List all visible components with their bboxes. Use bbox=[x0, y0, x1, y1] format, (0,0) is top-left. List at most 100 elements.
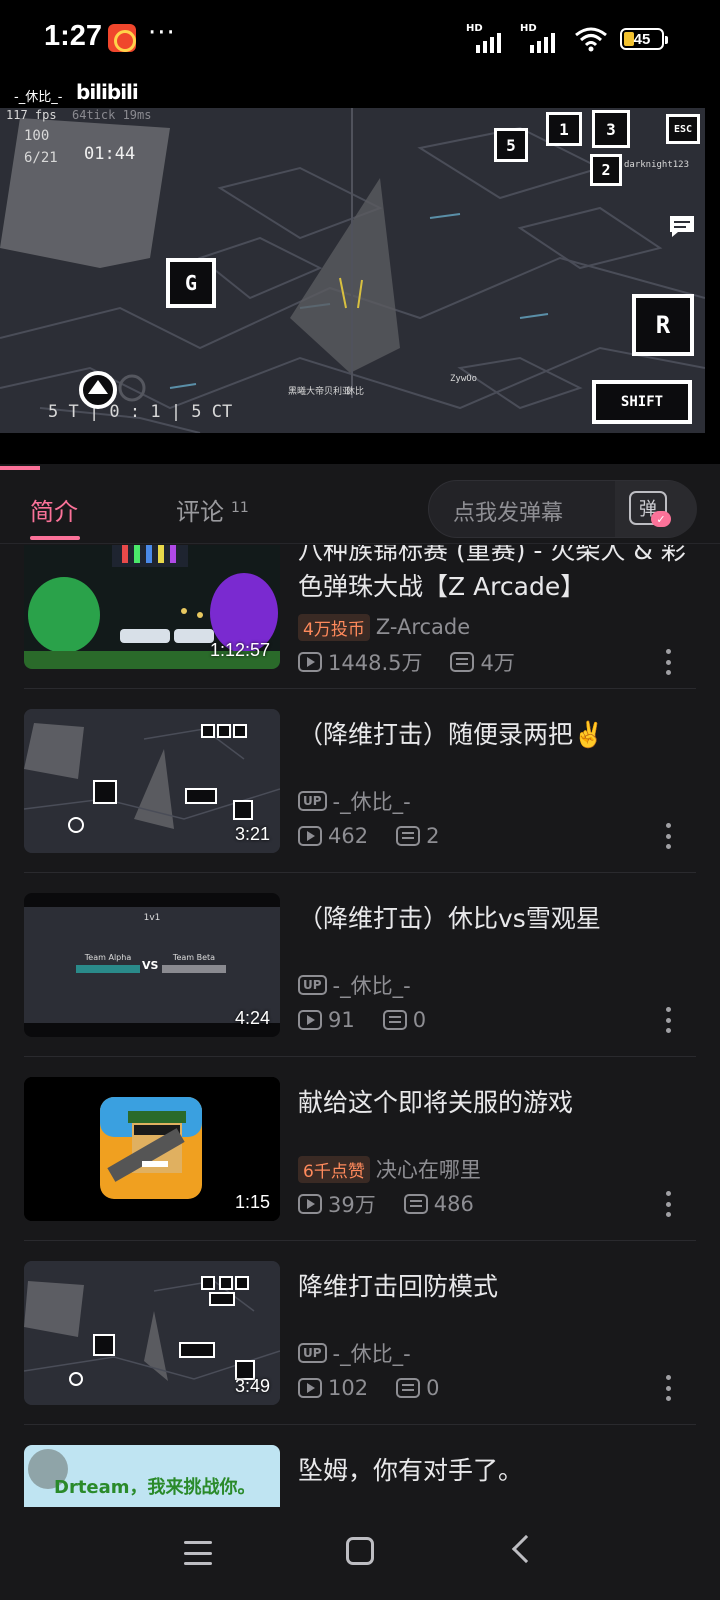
video-title[interactable]: （降维打击）休比vs雪观星 bbox=[298, 901, 698, 937]
video-progress-fill bbox=[0, 466, 40, 470]
danmaku-count-icon bbox=[396, 1378, 421, 1398]
more-notifications-icon: ··· bbox=[148, 18, 176, 48]
play-count-icon bbox=[298, 1194, 322, 1214]
danmaku-count-icon bbox=[382, 1010, 407, 1030]
video-danmaku-count: 0 bbox=[412, 1008, 427, 1032]
video-danmaku-count: 2 bbox=[426, 824, 440, 848]
up-tag: UP bbox=[298, 1343, 327, 1363]
danmaku-count-icon bbox=[396, 826, 421, 846]
comments-count: 11 bbox=[231, 500, 249, 516]
cellular-signal-2-icon: HD bbox=[520, 23, 562, 53]
thumb-caption: Drteam，我来挑战你。 bbox=[54, 1477, 256, 1498]
status-bar: 1:27 ··· HD HD 45 bbox=[0, 0, 720, 80]
video-views: 39万 bbox=[328, 1193, 376, 1217]
video-uploader[interactable]: -_休比_- bbox=[333, 786, 411, 816]
video-title[interactable]: （降维打击）随便录两把✌️ bbox=[298, 717, 698, 753]
video-thumbnail[interactable]: 3:21 bbox=[24, 709, 280, 853]
danmaku-enabled-check-icon: ✓ bbox=[651, 511, 671, 527]
tab-intro[interactable]: 简介 bbox=[30, 492, 78, 527]
video-title[interactable]: 坠姆，你有对手了。 bbox=[298, 1453, 698, 1489]
list-item[interactable]: 1:12:57 八种族锦标赛 (重赛) - 火柴人 & 彩色弹珠大战【Z Arc… bbox=[0, 545, 720, 689]
video-title[interactable]: 献给这个即将关服的游戏 bbox=[298, 1085, 698, 1121]
key-2-button: 2 bbox=[590, 154, 622, 186]
video-views: 91 bbox=[328, 1008, 355, 1032]
thumb-mode-label: 1v1 bbox=[143, 913, 161, 923]
up-tag: UP bbox=[298, 975, 327, 995]
more-options-icon[interactable] bbox=[666, 823, 672, 849]
video-thumbnail[interactable]: 1:15 bbox=[24, 1077, 280, 1221]
play-count-icon bbox=[298, 652, 322, 672]
video-uploader[interactable]: 决心在哪里 bbox=[376, 1154, 481, 1184]
video-danmaku-count: 0 bbox=[426, 1376, 440, 1400]
system-navigation-bar bbox=[0, 1507, 720, 1600]
video-frame[interactable]: 117 fps 64tick 19ms 100 6/21 01:44 5 T |… bbox=[0, 108, 705, 433]
key-5-button: 5 bbox=[494, 128, 528, 162]
danmaku-input-pill[interactable]: 点我发弹幕 弹 ✓ bbox=[428, 480, 697, 538]
video-uploader[interactable]: -_休比_- bbox=[333, 970, 411, 1000]
video-duration: 3:21 bbox=[234, 824, 270, 844]
video-badge: 6千点赞 bbox=[298, 1155, 370, 1183]
recommended-video-list[interactable]: 1:12:57 八种族锦标赛 (重赛) - 火柴人 & 彩色弹珠大战【Z Arc… bbox=[0, 545, 720, 1507]
key-shift-button: SHIFT bbox=[592, 380, 692, 424]
player-name-tag: ZywOo bbox=[450, 374, 478, 384]
danmaku-input[interactable]: 点我发弹幕 bbox=[453, 495, 563, 527]
more-options-icon[interactable] bbox=[666, 1191, 672, 1217]
hud-ammo: 6/21 bbox=[24, 150, 58, 166]
danmaku-count-icon bbox=[403, 1194, 428, 1214]
play-count-icon bbox=[298, 1378, 322, 1398]
video-thumbnail[interactable]: 1v1 Team Alpha VS Team Beta 4:24 bbox=[24, 893, 280, 1037]
thumb-team-b-label: Team Beta bbox=[172, 953, 216, 962]
key-g-button: G bbox=[166, 258, 216, 308]
video-views: 102 bbox=[328, 1376, 369, 1400]
video-views: 462 bbox=[328, 824, 369, 848]
cellular-signal-1-icon: HD bbox=[466, 23, 508, 53]
hud-health: 100 bbox=[24, 128, 50, 144]
wifi-icon bbox=[575, 27, 607, 52]
hud-timer: 01:44 bbox=[84, 144, 136, 164]
more-options-icon[interactable] bbox=[666, 649, 672, 675]
recent-apps-icon[interactable] bbox=[184, 1541, 212, 1565]
video-duration: 4:24 bbox=[234, 1008, 270, 1028]
player-uploader-watermark: -_休比_- bbox=[14, 90, 63, 105]
list-item[interactable]: 1:15 献给这个即将关服的游戏 6千点赞 决心在哪里 39万 486 bbox=[0, 1057, 720, 1241]
status-time: 1:27 bbox=[44, 20, 103, 52]
list-item[interactable]: 3:21 （降维打击）随便录两把✌️ UP -_休比_- 462 2 bbox=[0, 689, 720, 873]
back-icon[interactable] bbox=[511, 1534, 541, 1564]
video-title[interactable]: 降维打击回防模式 bbox=[298, 1269, 698, 1305]
danmaku-toggle-icon[interactable] bbox=[668, 214, 696, 238]
video-title[interactable]: 八种族锦标赛 (重赛) - 火柴人 & 彩色弹珠大战【Z Arcade】 bbox=[298, 545, 698, 605]
bilibili-logo: bilibili bbox=[76, 80, 139, 104]
video-thumbnail[interactable]: Drteam，我来挑战你。 bbox=[24, 1445, 280, 1507]
video-player[interactable]: -_休比_- bilibili 117 fps 64tick 19ms 100 … bbox=[0, 80, 720, 464]
key-esc-button: ESC bbox=[666, 114, 700, 144]
home-icon[interactable] bbox=[346, 1537, 374, 1565]
video-uploader[interactable]: Z-Arcade bbox=[376, 615, 470, 639]
video-duration: 1:12:57 bbox=[209, 640, 270, 660]
video-thumbnail[interactable]: 3:49 bbox=[24, 1261, 280, 1405]
app-notification-icon bbox=[108, 24, 136, 52]
battery-icon: 45 bbox=[620, 28, 668, 50]
danmaku-count-icon bbox=[450, 652, 475, 672]
video-danmaku-count: 4万 bbox=[480, 651, 515, 675]
list-item[interactable]: 3:49 降维打击回防模式 UP -_休比_- 102 0 bbox=[0, 1241, 720, 1425]
play-count-icon bbox=[298, 1010, 322, 1030]
play-count-icon bbox=[298, 826, 322, 846]
jump-icon bbox=[79, 371, 146, 409]
hud-ping: 64tick 19ms bbox=[72, 108, 152, 122]
active-tab-indicator bbox=[30, 536, 80, 540]
more-options-icon[interactable] bbox=[666, 1375, 672, 1401]
list-item[interactable]: Drteam，我来挑战你。 坠姆，你有对手了。 bbox=[0, 1425, 720, 1507]
thumb-vs-label: VS bbox=[142, 959, 159, 972]
tab-comments[interactable]: 评论 bbox=[176, 492, 224, 527]
video-danmaku-count: 486 bbox=[433, 1192, 474, 1216]
video-duration: 1:15 bbox=[234, 1192, 270, 1212]
thumb-team-a-label: Team Alpha bbox=[84, 953, 132, 962]
video-uploader[interactable]: -_休比_- bbox=[333, 1338, 411, 1368]
video-badge: 4万投币 bbox=[298, 613, 370, 641]
video-thumbnail[interactable]: 1:12:57 bbox=[24, 545, 280, 669]
more-options-icon[interactable] bbox=[666, 1007, 672, 1033]
player-name-tag: darknight123 bbox=[624, 160, 690, 170]
player-name-tag: 黑曦大帝贝利亚 bbox=[288, 387, 352, 397]
hud-fps: 117 fps bbox=[6, 108, 57, 122]
list-item[interactable]: 1v1 Team Alpha VS Team Beta 4:24 （降维打击）休… bbox=[0, 873, 720, 1057]
